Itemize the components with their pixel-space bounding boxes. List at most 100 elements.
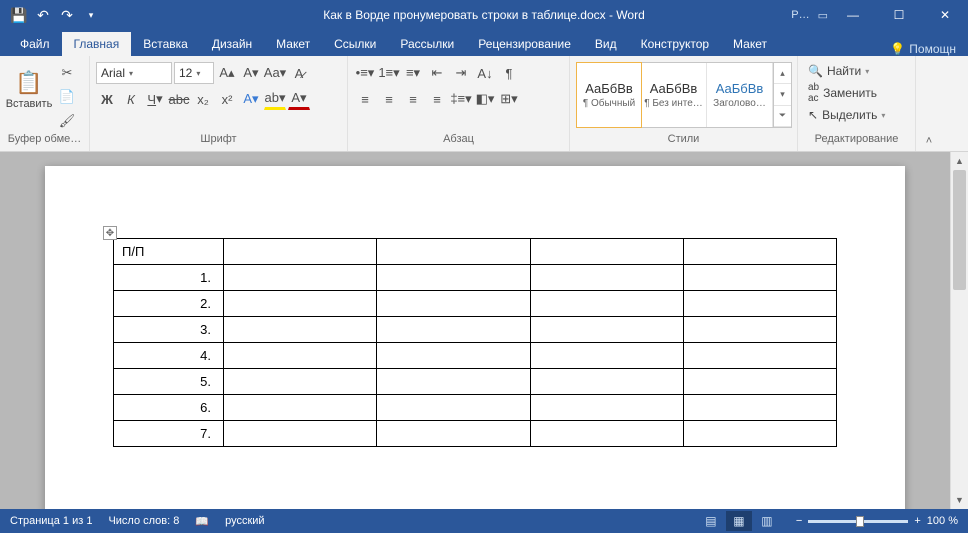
table-cell-num[interactable]: 5. <box>114 369 224 395</box>
tab-table-layout[interactable]: Макет <box>721 32 779 56</box>
align-right-button[interactable]: ≡ <box>402 88 424 110</box>
status-word-count[interactable]: Число слов: 8 <box>108 515 179 527</box>
table-cell-num[interactable]: 3. <box>114 317 224 343</box>
table-cell[interactable] <box>530 291 683 317</box>
table-cell[interactable] <box>683 239 836 265</box>
vertical-scrollbar[interactable]: ▲ ▼ <box>950 152 968 509</box>
table-cell[interactable] <box>530 395 683 421</box>
clear-formatting-button[interactable]: A̷ <box>288 62 310 84</box>
table-cell[interactable] <box>377 369 530 395</box>
tab-table-design[interactable]: Конструктор <box>629 32 721 56</box>
shading-button[interactable]: ◧▾ <box>474 88 496 110</box>
table-cell[interactable] <box>377 239 530 265</box>
table-cell[interactable] <box>377 265 530 291</box>
highlight-button[interactable]: ab▾ <box>264 88 286 110</box>
bold-button[interactable]: Ж <box>96 88 118 110</box>
table-cell[interactable] <box>224 369 377 395</box>
tell-me[interactable]: 💡 Помощн <box>878 42 968 56</box>
scroll-down-button[interactable]: ▼ <box>951 491 968 509</box>
tab-view[interactable]: Вид <box>583 32 629 56</box>
tab-file[interactable]: Файл <box>8 32 62 56</box>
table-cell[interactable] <box>530 343 683 369</box>
italic-button[interactable]: К <box>120 88 142 110</box>
align-center-button[interactable]: ≡ <box>378 88 400 110</box>
read-mode-button[interactable]: ▤ <box>698 511 724 531</box>
table-cell-num[interactable]: 6. <box>114 395 224 421</box>
table-cell[interactable] <box>683 265 836 291</box>
table-cell[interactable] <box>377 395 530 421</box>
increase-indent-button[interactable]: ⇥ <box>450 62 472 84</box>
table-cell[interactable] <box>683 343 836 369</box>
shrink-font-button[interactable]: A▾ <box>240 62 262 84</box>
style-heading1[interactable]: АаБбВв Заголово… <box>707 63 773 127</box>
table-cell-num[interactable]: 7. <box>114 421 224 447</box>
grow-font-button[interactable]: A▴ <box>216 62 238 84</box>
styles-scroll-up[interactable]: ▴ <box>774 63 791 84</box>
underline-button[interactable]: Ч▾ <box>144 88 166 110</box>
zoom-level[interactable]: 100 % <box>927 515 958 527</box>
minimize-button[interactable]: — <box>830 0 876 30</box>
status-language[interactable]: русский <box>225 515 264 527</box>
close-button[interactable]: ✕ <box>922 0 968 30</box>
scroll-track[interactable] <box>951 170 968 491</box>
web-layout-button[interactable]: ▥ <box>754 511 780 531</box>
table-cell[interactable] <box>224 395 377 421</box>
table-cell[interactable] <box>683 317 836 343</box>
zoom-slider[interactable] <box>808 520 908 523</box>
text-effects-button[interactable]: A▾ <box>240 88 262 110</box>
table-cell[interactable] <box>530 421 683 447</box>
table-cell[interactable] <box>377 343 530 369</box>
table-cell[interactable] <box>683 421 836 447</box>
table-cell-num[interactable]: 4. <box>114 343 224 369</box>
tab-design[interactable]: Дизайн <box>200 32 264 56</box>
table-cell[interactable] <box>530 369 683 395</box>
align-left-button[interactable]: ≡ <box>354 88 376 110</box>
tab-mailings[interactable]: Рассылки <box>388 32 466 56</box>
table-cell[interactable] <box>530 317 683 343</box>
show-marks-button[interactable]: ¶ <box>498 62 520 84</box>
tab-insert[interactable]: Вставка <box>131 32 200 56</box>
replace-button[interactable]: abacЗаменить <box>804 80 881 106</box>
subscript-button[interactable]: x₂ <box>192 88 214 110</box>
table-cell[interactable] <box>377 291 530 317</box>
page[interactable]: ✥ П/П 1. 2. 3. 4. 5. 6. 7. <box>45 166 905 509</box>
table-cell[interactable] <box>224 239 377 265</box>
redo-icon[interactable]: ↷ <box>56 4 78 26</box>
table-cell[interactable] <box>224 343 377 369</box>
table-cell[interactable] <box>377 317 530 343</box>
scroll-up-button[interactable]: ▲ <box>951 152 968 170</box>
collapse-ribbon-button[interactable]: ˄ <box>916 56 942 151</box>
table-cell[interactable] <box>224 317 377 343</box>
zoom-thumb[interactable] <box>856 516 864 527</box>
format-painter-button[interactable]: 🖌 <box>56 110 78 132</box>
undo-icon[interactable]: ↶ <box>32 4 54 26</box>
change-case-button[interactable]: Aa▾ <box>264 62 286 84</box>
print-layout-button[interactable]: ▦ <box>726 511 752 531</box>
tab-layout[interactable]: Макет <box>264 32 322 56</box>
qat-customize-icon[interactable]: ▾ <box>80 4 102 26</box>
table-cell[interactable] <box>377 421 530 447</box>
font-name-combo[interactable]: Arial▾ <box>96 62 172 84</box>
table-cell[interactable] <box>683 369 836 395</box>
superscript-button[interactable]: x² <box>216 88 238 110</box>
paste-button[interactable]: 📋 Вставить <box>6 62 52 118</box>
table-cell[interactable] <box>224 291 377 317</box>
zoom-in-button[interactable]: + <box>914 515 920 527</box>
cut-button[interactable]: ✂ <box>56 62 78 84</box>
justify-button[interactable]: ≡ <box>426 88 448 110</box>
document-area[interactable]: ✥ П/П 1. 2. 3. 4. 5. 6. 7. <box>0 152 950 509</box>
tab-home[interactable]: Главная <box>62 32 132 56</box>
strikethrough-button[interactable]: abc <box>168 88 190 110</box>
line-spacing-button[interactable]: ‡≡▾ <box>450 88 472 110</box>
ribbon-display-options-icon[interactable]: ▭ <box>818 9 828 22</box>
styles-expand[interactable]: ⏷ <box>774 106 791 127</box>
table-move-handle[interactable]: ✥ <box>103 226 117 240</box>
sort-button[interactable]: A↓ <box>474 62 496 84</box>
borders-button[interactable]: ⊞▾ <box>498 88 520 110</box>
tab-review[interactable]: Рецензирование <box>466 32 583 56</box>
table-cell[interactable] <box>683 291 836 317</box>
table-cell[interactable] <box>530 239 683 265</box>
font-size-combo[interactable]: 12▾ <box>174 62 214 84</box>
table-cell-num[interactable]: 2. <box>114 291 224 317</box>
table-cell[interactable] <box>224 265 377 291</box>
